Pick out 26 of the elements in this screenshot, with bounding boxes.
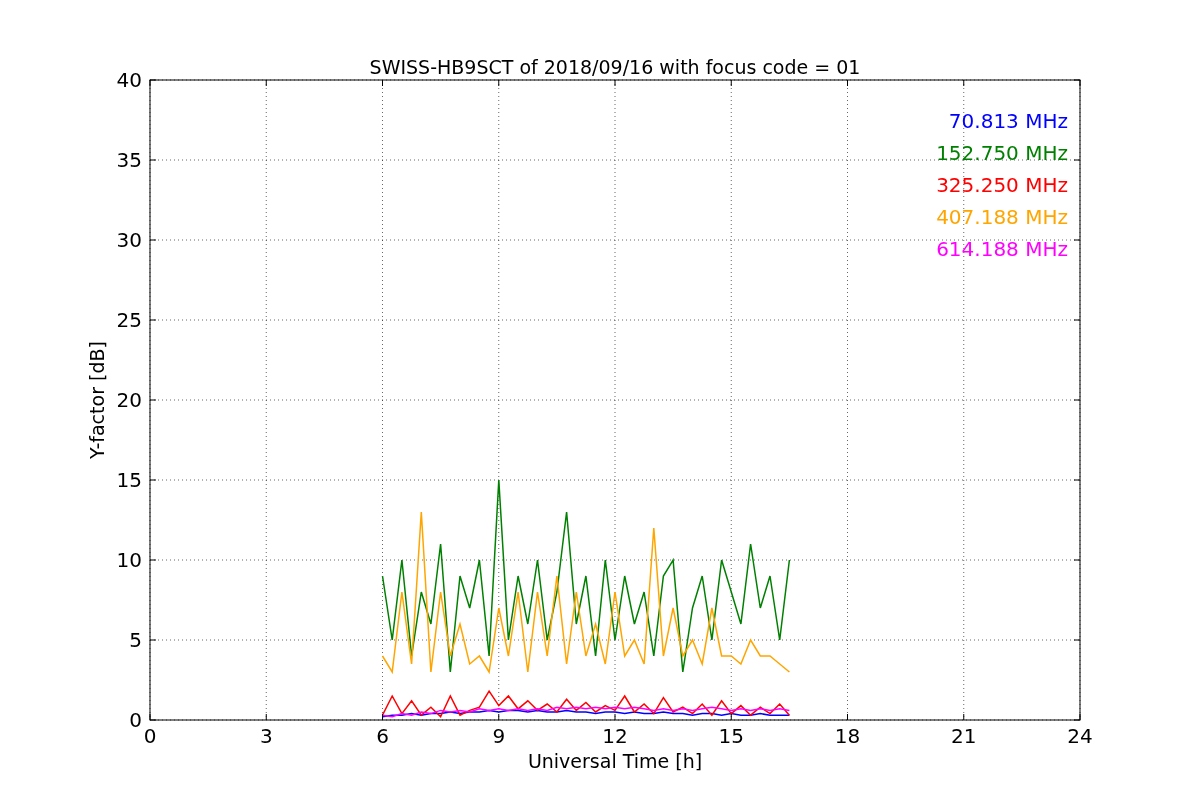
x-tick-label: 12 xyxy=(602,724,628,748)
x-tick-label: 21 xyxy=(951,724,977,748)
y-axis-label: Y-factor [dB] xyxy=(86,341,108,459)
y-tick-label: 0 xyxy=(129,708,142,732)
legend-label: 407.188 MHz xyxy=(936,205,1068,229)
y-tick-label: 40 xyxy=(116,68,142,92)
x-tick-label: 3 xyxy=(259,724,273,748)
y-tick-label: 15 xyxy=(116,468,142,492)
y-tick-label: 35 xyxy=(116,148,142,172)
y-tick-label: 30 xyxy=(116,228,142,252)
x-tick-label: 6 xyxy=(376,724,389,748)
x-tick-label: 15 xyxy=(718,724,744,748)
x-tick-label: 24 xyxy=(1067,724,1093,748)
x-tick-label: 0 xyxy=(143,724,157,748)
legend-label: 152.750 MHz xyxy=(936,141,1068,165)
x-tick-label: 18 xyxy=(834,724,861,748)
legend-label: 70.813 MHz xyxy=(948,109,1068,133)
legend-label: 325.250 MHz xyxy=(936,173,1068,197)
y-tick-label: 5 xyxy=(129,628,142,652)
y-tick-label: 25 xyxy=(116,308,142,332)
chart-title: SWISS-HB9SCT of 2018/09/16 with focus code = 01 xyxy=(369,56,861,78)
y-tick-label: 10 xyxy=(116,548,142,572)
legend-label: 614.188 MHz xyxy=(936,237,1068,261)
x-tick-label: 9 xyxy=(492,724,506,748)
x-axis-label: Universal Time [h] xyxy=(527,750,703,772)
y-tick-label: 20 xyxy=(116,388,142,412)
